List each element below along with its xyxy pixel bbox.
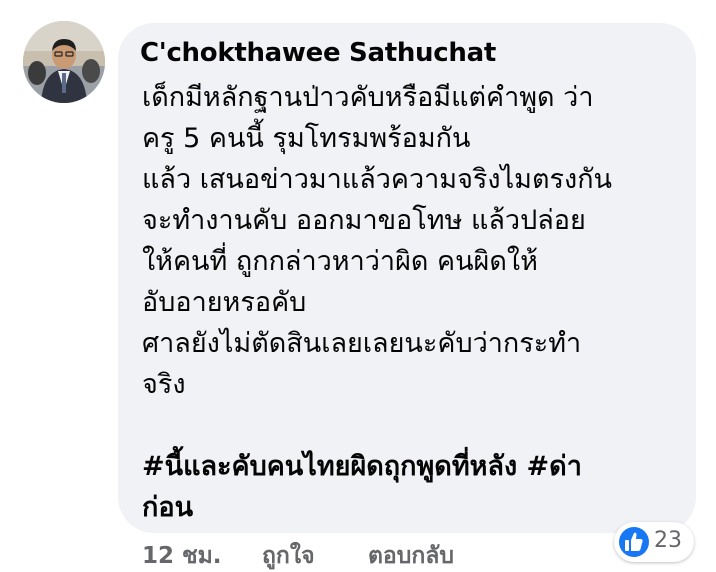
thumbs-up-icon (619, 527, 649, 557)
comment-line: ให้คนที่ ถูกกล่าวหาว่าผิด คนผิดให้ (142, 246, 538, 277)
comment-line: ศาลยังไม่ตัดสินเลยเลยนะคับว่ากระทำ (142, 328, 582, 359)
comment-line-blank (142, 405, 687, 446)
hashtag-line[interactable]: ก่อน (142, 487, 687, 528)
like-button[interactable]: ถูกใจ (262, 538, 315, 572)
hashtag-line[interactable]: #นี้และคับคนไทยผิดถุกพูดที่หลัง #ด่า (142, 446, 687, 487)
comment-line: ครู 5 คนนี้ รุมโทรมพร้อมกัน (142, 123, 471, 154)
comment-text: เด็กมีหลักฐานป่าวคับหรือมีแต่คำพูด ว่า ค… (142, 77, 687, 528)
comment-line: จริง (142, 369, 186, 400)
comment-line: เด็กมีหลักฐานป่าวคับหรือมีแต่คำพูด ว่า (142, 82, 594, 113)
avatar[interactable] (23, 21, 105, 103)
timestamp-link[interactable]: 12 ชม. (142, 538, 222, 572)
comment-line: แล้ว เสนอข่าวมาแล้วความจริงไมตรงกัน (142, 164, 613, 195)
reactions-summary[interactable]: 23 (614, 522, 694, 562)
comment-author[interactable]: C'chokthawee Sathuchat (140, 38, 496, 68)
reply-button[interactable]: ตอบกลับ (368, 538, 454, 572)
comment-line: อับอายหรอคับ (142, 287, 307, 318)
comment: C'chokthawee Sathuchat เด็กมีหลักฐานป่าว… (0, 0, 716, 572)
comment-line: จะทำงานคับ ออกมาขอโทษ แล้วปล่อย (142, 205, 586, 236)
reaction-count: 23 (654, 528, 682, 553)
